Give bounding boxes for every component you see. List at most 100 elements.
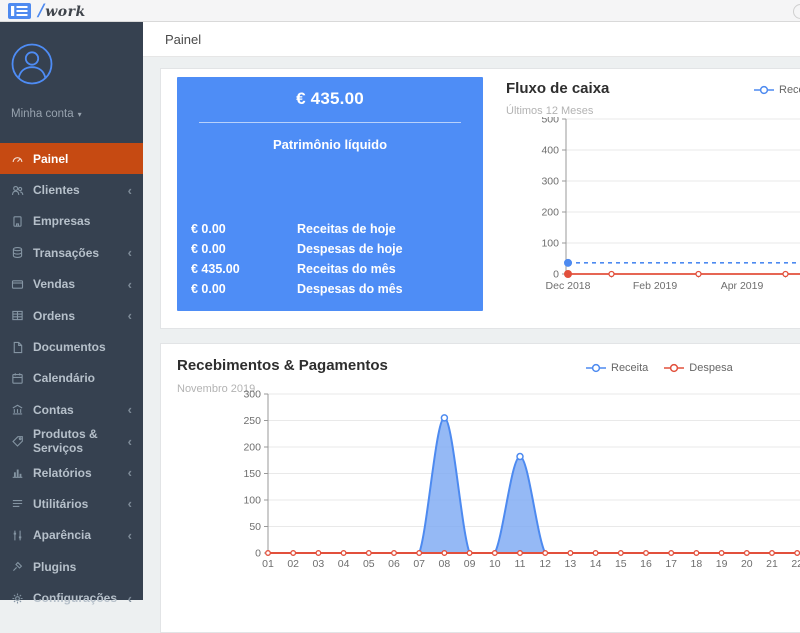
file-icon bbox=[11, 341, 24, 354]
sidebar-item-ordens[interactable]: Ordens‹ bbox=[0, 300, 143, 331]
sidebar-toggle-icon bbox=[8, 3, 31, 19]
sidebar-item-configuracoes[interactable]: Configurações‹ bbox=[0, 582, 143, 613]
svg-text:400: 400 bbox=[541, 145, 559, 157]
bar-chart-icon bbox=[11, 466, 24, 479]
legend-item-receita[interactable]: Receita bbox=[586, 362, 648, 374]
sidebar-item-label: Aparência bbox=[33, 528, 91, 542]
summary-row-label: Despesas de hoje bbox=[297, 242, 471, 256]
svg-text:13: 13 bbox=[565, 558, 577, 570]
svg-text:05: 05 bbox=[363, 558, 375, 570]
summary-row: € 435.00Receitas do mês bbox=[191, 259, 471, 279]
net-worth-title: Patrimônio líquido bbox=[177, 137, 483, 152]
user-avatar[interactable] bbox=[10, 42, 54, 86]
svg-text:500: 500 bbox=[541, 117, 559, 126]
sidebar-item-label: Ordens bbox=[33, 309, 75, 323]
sidebar-item-contas[interactable]: Contas ‹ bbox=[0, 394, 143, 425]
sidebar-item-label: Empresas bbox=[33, 214, 90, 228]
receipts-payments-legend: Receita Despesa bbox=[586, 360, 733, 378]
plug-icon bbox=[11, 560, 24, 573]
panel-divider bbox=[199, 122, 461, 123]
svg-text:12: 12 bbox=[539, 558, 551, 570]
credit-card-icon bbox=[11, 278, 24, 291]
app-logo: /work bbox=[38, 0, 86, 22]
legend-item-despesa[interactable]: Despesa bbox=[664, 362, 732, 374]
svg-text:Apr 2019: Apr 2019 bbox=[721, 280, 764, 292]
sidebar-item-produtos-servicos[interactable]: Produtos & Serviços‹ bbox=[0, 426, 143, 457]
legend-label: Despesa bbox=[689, 362, 732, 374]
summary-row-value: € 0.00 bbox=[191, 222, 297, 236]
sidebar-item-transacoes[interactable]: Transações‹ bbox=[0, 237, 143, 268]
svg-text:200: 200 bbox=[243, 442, 261, 454]
svg-text:21: 21 bbox=[766, 558, 778, 570]
logo-slash: / bbox=[38, 1, 44, 21]
sidebar-item-aparencia[interactable]: Aparência ‹ bbox=[0, 520, 143, 551]
summary-row-value: € 0.00 bbox=[191, 242, 297, 256]
gear-icon bbox=[11, 592, 24, 605]
svg-text:01: 01 bbox=[262, 558, 274, 570]
list-icon bbox=[11, 497, 24, 510]
summary-rows: € 0.00Receitas de hoje€ 0.00Despesas de … bbox=[191, 219, 471, 299]
svg-text:07: 07 bbox=[413, 558, 425, 570]
sidebar-item-utilitarios[interactable]: Utilitários‹ bbox=[0, 488, 143, 519]
summary-row: € 0.00Despesas de hoje bbox=[191, 239, 471, 259]
legend-label: Receita bbox=[779, 84, 800, 96]
legend-marker-icon bbox=[754, 85, 774, 95]
breadcrumb: Painel bbox=[165, 22, 201, 57]
sidebar-item-painel[interactable]: Painel bbox=[0, 143, 143, 174]
sidebar-item-label: Contas bbox=[33, 403, 74, 417]
dashboard-icon bbox=[11, 152, 24, 165]
svg-text:250: 250 bbox=[243, 415, 261, 427]
sidebar: Minha conta▾ PainelClientes‹EmpresasTran… bbox=[0, 22, 143, 600]
svg-text:03: 03 bbox=[313, 558, 325, 570]
breadcrumb-bar: Painel bbox=[143, 22, 800, 57]
building-icon bbox=[11, 215, 24, 228]
sidebar-item-label: Painel bbox=[33, 152, 68, 166]
chevron-left-icon: ‹ bbox=[128, 278, 132, 291]
chevron-left-icon: ‹ bbox=[128, 529, 132, 542]
svg-text:11: 11 bbox=[515, 558, 526, 570]
sidebar-item-empresas[interactable]: Empresas bbox=[0, 206, 143, 237]
svg-text:300: 300 bbox=[541, 176, 559, 188]
sidebar-toggle-button[interactable] bbox=[8, 3, 31, 19]
sidebar-item-label: Clientes bbox=[33, 183, 80, 197]
legend-marker-icon bbox=[664, 363, 684, 373]
chevron-left-icon: ‹ bbox=[128, 497, 132, 510]
sidebar-item-plugins[interactable]: Plugins bbox=[0, 551, 143, 582]
receipts-payments-plot: 0501001502002503000102030405060708091011… bbox=[236, 389, 800, 589]
sidebar-item-clientes[interactable]: Clientes‹ bbox=[0, 174, 143, 205]
svg-text:10: 10 bbox=[489, 558, 501, 570]
header-avatar[interactable] bbox=[793, 4, 800, 19]
sidebar-item-calendario[interactable]: Calendário bbox=[0, 363, 143, 394]
svg-text:19: 19 bbox=[716, 558, 728, 570]
chevron-left-icon: ‹ bbox=[128, 403, 132, 416]
summary-row-label: Despesas do mês bbox=[297, 282, 471, 296]
chevron-left-icon: ‹ bbox=[128, 592, 132, 605]
svg-text:14: 14 bbox=[590, 558, 602, 570]
svg-text:20: 20 bbox=[741, 558, 753, 570]
svg-text:0: 0 bbox=[255, 548, 261, 560]
svg-text:16: 16 bbox=[640, 558, 652, 570]
svg-text:0: 0 bbox=[553, 269, 559, 281]
svg-text:300: 300 bbox=[243, 389, 261, 401]
svg-text:15: 15 bbox=[615, 558, 627, 570]
svg-text:Feb 2019: Feb 2019 bbox=[633, 280, 678, 292]
chart-subtitle: Últimos 12 Meses bbox=[506, 105, 593, 117]
sidebar-item-documentos[interactable]: Documentos bbox=[0, 331, 143, 362]
legend-item-receita[interactable]: Receita bbox=[754, 84, 800, 96]
svg-text:Dec 2018: Dec 2018 bbox=[546, 280, 591, 292]
sidebar-item-label: Transações bbox=[33, 246, 99, 260]
receipts-payments-card: Recebimentos & Pagamentos Novembro 2019 … bbox=[160, 343, 800, 633]
sidebar-item-relatorios[interactable]: Relatórios‹ bbox=[0, 457, 143, 488]
user-avatar-icon bbox=[10, 42, 54, 86]
sidebar-menu: PainelClientes‹EmpresasTransações‹Vendas… bbox=[0, 143, 143, 614]
chart-title: Recebimentos & Pagamentos bbox=[177, 357, 388, 374]
account-menu[interactable]: Minha conta▾ bbox=[11, 108, 82, 120]
svg-text:100: 100 bbox=[541, 238, 559, 250]
tag-icon bbox=[11, 435, 24, 448]
database-icon bbox=[11, 246, 24, 259]
bank-icon bbox=[11, 403, 24, 416]
legend-marker-icon bbox=[586, 363, 606, 373]
sidebar-item-label: Vendas bbox=[33, 277, 75, 291]
svg-text:17: 17 bbox=[665, 558, 677, 570]
sidebar-item-vendas[interactable]: Vendas ‹ bbox=[0, 269, 143, 300]
